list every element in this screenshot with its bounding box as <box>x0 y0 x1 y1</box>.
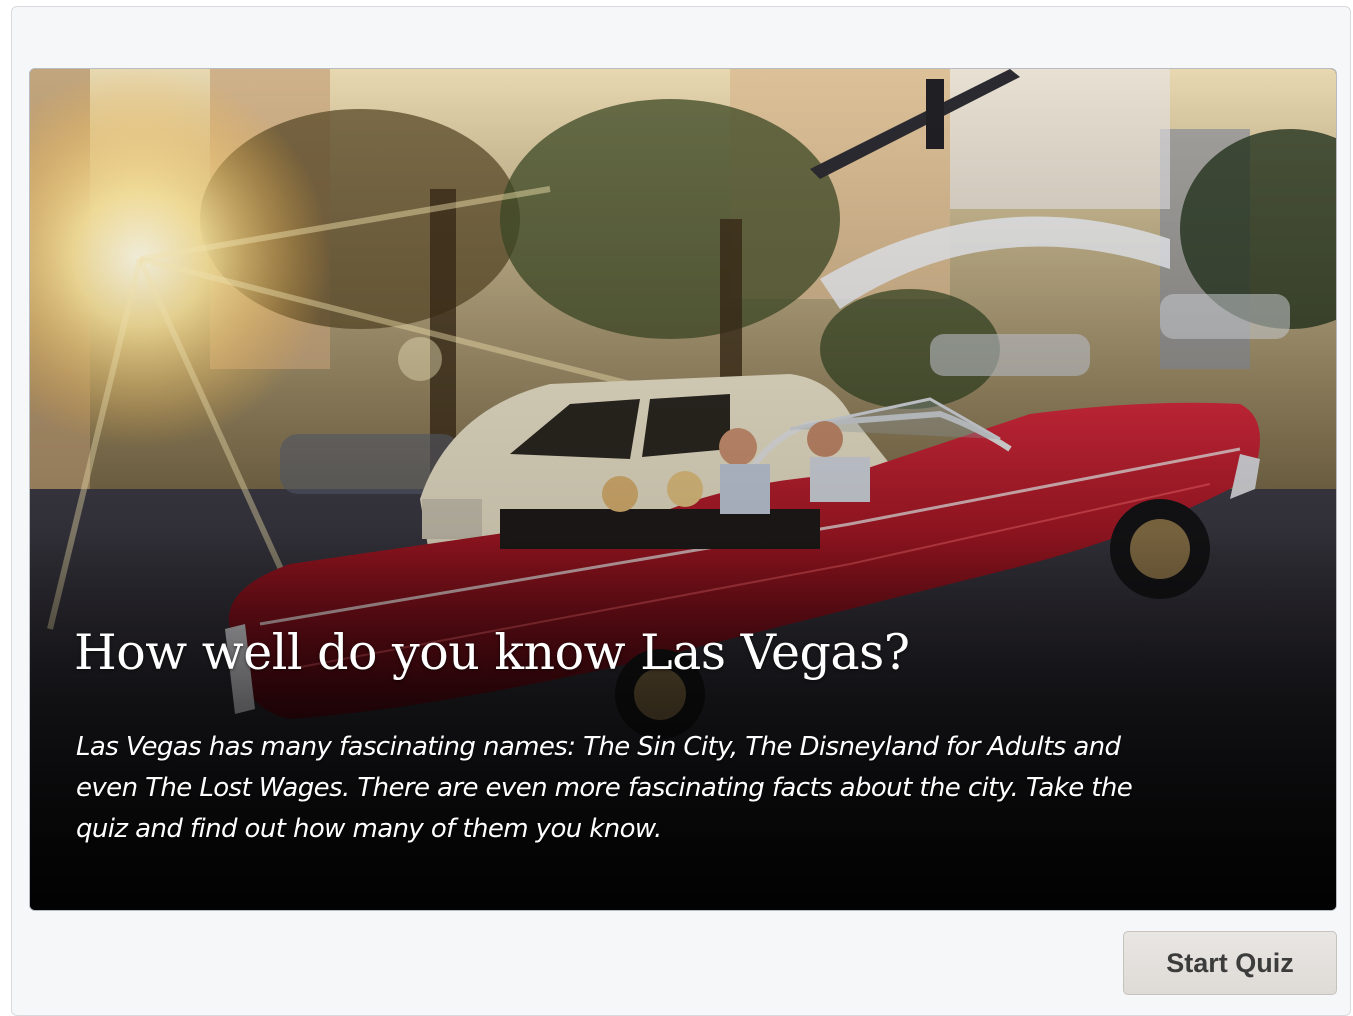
quiz-description: Las Vegas has many fascinating names: Th… <box>76 732 1133 844</box>
start-quiz-button[interactable]: Start Quiz <box>1123 931 1337 995</box>
quiz-title: How well do you know Las Vegas? <box>74 624 910 681</box>
hero-image: How well do you know Las Vegas? Las Vega… <box>29 68 1337 911</box>
quiz-intro-card: How well do you know Las Vegas? Las Vega… <box>11 6 1351 1016</box>
